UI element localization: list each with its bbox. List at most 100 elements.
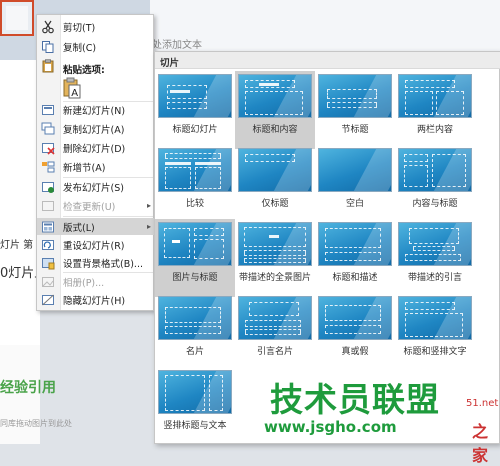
notes-hint: 同库拖动图片到此处 xyxy=(0,419,72,428)
hide-slide-icon xyxy=(42,294,54,305)
layout-section-header[interactable]: 节标题 xyxy=(315,71,395,149)
submenu-arrow-icon: ▸ xyxy=(146,222,151,231)
format-background-icon xyxy=(42,257,55,269)
layout-label: 两栏内容 xyxy=(416,125,453,135)
layout-true-or-false[interactable]: 真或假 xyxy=(315,293,395,371)
menu-item-delete-slide[interactable]: 删除幻灯片(D) xyxy=(37,139,155,156)
layout-label: 真或假 xyxy=(341,347,369,357)
menu-item-hide-slide[interactable]: 隐藏幻灯片(H) xyxy=(37,291,155,308)
menu-item-new-section[interactable]: 新增节(A) xyxy=(37,158,155,175)
layout-title-and-content[interactable]: 标题和内容 xyxy=(235,71,315,149)
layout-title-and-vertical-text[interactable]: 标题和竖排文字 xyxy=(395,293,475,371)
layout-thumbnail xyxy=(318,296,392,340)
layout-label: 名片 xyxy=(185,347,204,357)
layout-thumbnail xyxy=(158,370,232,414)
layout-label: 内容与标题 xyxy=(412,199,458,209)
menu-item-new-slide[interactable]: 新建幻灯片(N) xyxy=(37,101,155,118)
menu-item-label: 发布幻灯片(S) xyxy=(63,182,124,194)
layout-picture-with-caption[interactable]: 图片与标题 xyxy=(155,219,235,297)
menu-item-label: 剪切(T) xyxy=(63,22,96,34)
delete-slide-icon xyxy=(42,142,55,155)
paste-options-header: 粘贴选项: xyxy=(63,65,105,76)
layout-panoramic-picture-with-caption[interactable]: 带描述的全景图片 xyxy=(235,219,315,297)
clipboard-icon xyxy=(42,59,54,73)
layout-label: 比较 xyxy=(185,199,204,209)
layout-label: 引言名片 xyxy=(256,347,293,357)
publish-slides-icon xyxy=(42,181,54,193)
slide-placeholder-text: 处添加文本 xyxy=(152,40,202,51)
submenu-arrow-icon: ▸ xyxy=(146,201,151,210)
layout-thumbnail xyxy=(398,74,472,118)
layout-title-and-caption[interactable]: 标题和描述 xyxy=(315,219,395,297)
duplicate-slide-icon xyxy=(41,122,55,134)
menu-item-copy[interactable]: 复制(C) xyxy=(37,38,155,55)
layout-thumbnail xyxy=(158,74,232,118)
layout-thumbnail xyxy=(158,222,232,266)
layout-thumbnail xyxy=(238,74,312,118)
paste-keep-text-icon[interactable]: A xyxy=(63,77,81,99)
layout-content-with-caption[interactable]: 内容与标题 xyxy=(395,145,475,223)
layout-label: 标题幻灯片 xyxy=(172,125,218,135)
reference-link[interactable]: 经验引用 xyxy=(0,377,56,397)
layout-icon xyxy=(42,221,54,232)
layout-label: 标题和竖排文字 xyxy=(403,347,467,357)
layout-label: 竖排标题与文本 xyxy=(163,421,227,431)
menu-item-check-updates[interactable]: 检查更新(U) ▸ xyxy=(37,197,155,214)
reset-slide-icon xyxy=(42,239,54,250)
layout-two-content[interactable]: 两栏内容 xyxy=(395,71,475,149)
gallery-header: 切片 xyxy=(155,52,500,69)
menu-item-label: 复制(C) xyxy=(63,42,97,54)
photo-album-icon xyxy=(42,276,54,287)
layout-thumbnail xyxy=(158,148,232,192)
menu-item-duplicate-slide[interactable]: 复制幻灯片(A) xyxy=(37,120,155,137)
layout-label: 仅标题 xyxy=(261,199,289,209)
menu-item-publish-slides[interactable]: 发布幻灯片(S) xyxy=(37,178,155,195)
menu-item-photo-album[interactable]: 相册(P)... xyxy=(37,273,155,290)
layout-thumbnail xyxy=(238,222,312,266)
layout-thumbnail xyxy=(318,222,392,266)
layout-thumbnail xyxy=(398,222,472,266)
layout-label: 带描述的引言 xyxy=(407,273,462,283)
slide-thumbnail-content xyxy=(6,6,28,30)
watermark-logo-text: 技术员联盟 xyxy=(270,380,440,419)
menu-item-label: 新建幻灯片(N) xyxy=(63,105,126,117)
layout-thumbnail xyxy=(398,148,472,192)
layout-thumbnail xyxy=(398,296,472,340)
menu-item-format-background[interactable]: 设置背景格式(B)... xyxy=(37,254,155,271)
menu-item-label: 新增节(A) xyxy=(63,162,106,174)
context-menu: 剪切(T) 复制(C) 粘贴选项: A 新建幻灯片(N) 复制幻灯片(A) 删除… xyxy=(36,14,155,311)
scissors-icon xyxy=(42,20,54,33)
menu-separator xyxy=(63,216,153,217)
layout-label: 节标题 xyxy=(341,125,369,135)
layout-vertical-title-and-text[interactable]: 竖排标题与文本 xyxy=(155,367,235,445)
new-section-icon xyxy=(42,161,55,172)
menu-item-label: 检查更新(U) xyxy=(63,201,116,213)
layout-title-only[interactable]: 仅标题 xyxy=(235,145,315,223)
watermark-side-text: 51.net xyxy=(466,398,499,409)
menu-item-label: 隐藏幻灯片(H) xyxy=(63,295,126,307)
layout-label: 标题和内容 xyxy=(252,125,298,135)
layout-thumbnail xyxy=(318,74,392,118)
layout-thumbnail xyxy=(238,296,312,340)
layout-label: 空白 xyxy=(345,199,364,209)
new-slide-icon xyxy=(42,104,54,115)
menu-item-layout[interactable]: 版式(L) ▸ xyxy=(37,218,155,235)
layout-quote-with-caption[interactable]: 带描述的引言 xyxy=(395,219,475,297)
layout-quote-name-card[interactable]: 引言名片 xyxy=(235,293,315,371)
layout-label: 标题和描述 xyxy=(332,273,378,283)
layout-comparison[interactable]: 比较 xyxy=(155,145,235,223)
layout-title-slide[interactable]: 标题幻灯片 xyxy=(155,71,235,149)
watermark-url: www.jsgho.com xyxy=(264,418,397,436)
menu-item-label: 复制幻灯片(A) xyxy=(63,124,125,136)
menu-item-cut[interactable]: 剪切(T) xyxy=(37,18,155,35)
svg-text:A: A xyxy=(71,88,78,99)
menu-item-label: 版式(L) xyxy=(63,222,95,234)
layout-blank[interactable]: 空白 xyxy=(315,145,395,223)
copy-icon xyxy=(42,40,54,53)
layout-thumbnail xyxy=(238,148,312,192)
menu-item-label: 删除幻灯片(D) xyxy=(63,143,126,155)
menu-item-reset-slide[interactable]: 重设幻灯片(R) xyxy=(37,236,155,253)
layout-name-card[interactable]: 名片 xyxy=(155,293,235,371)
slide-thumbnail-selected[interactable] xyxy=(0,0,34,36)
menu-item-label: 设置背景格式(B)... xyxy=(63,258,143,270)
